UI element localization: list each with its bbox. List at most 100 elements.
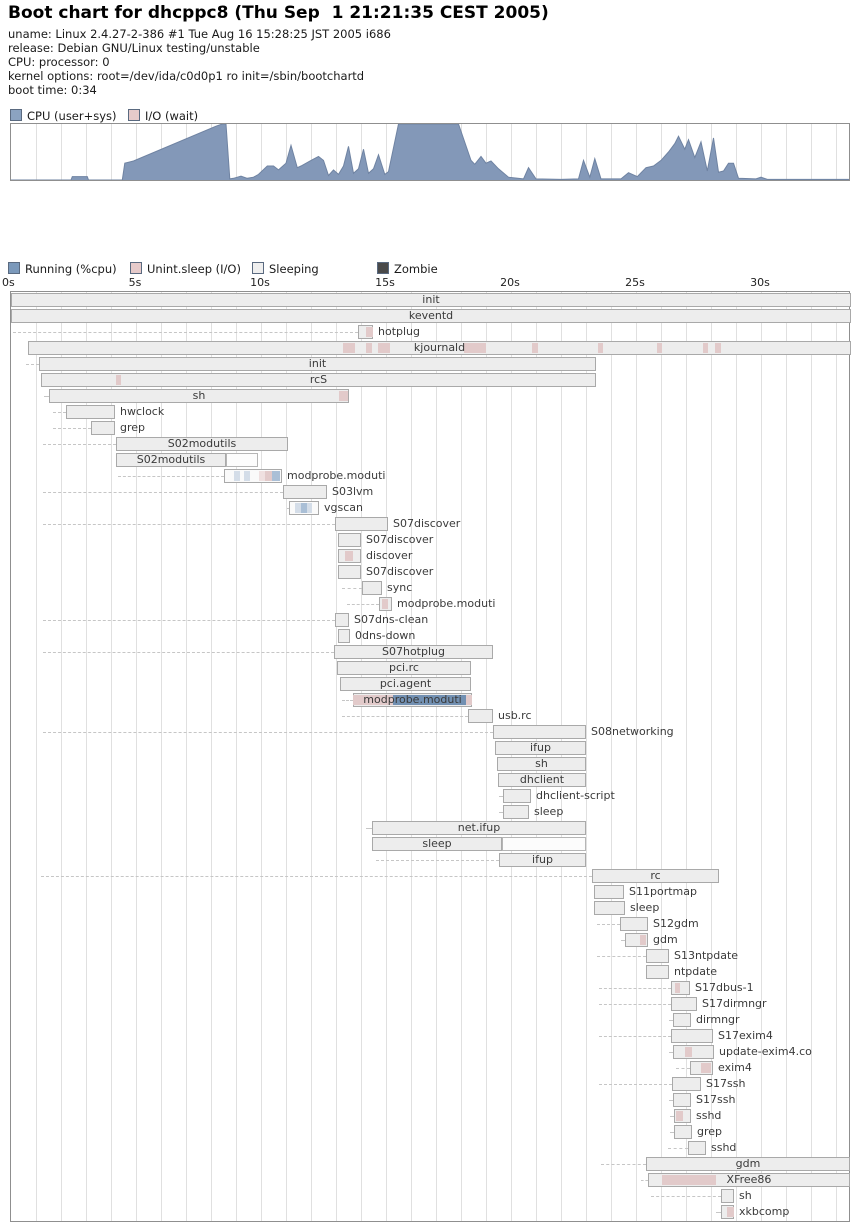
process-bar	[224, 469, 282, 483]
process-row: XFree86	[11, 1173, 849, 1187]
process-row: usb.rc	[11, 709, 849, 723]
process-row: S08networking	[11, 725, 849, 739]
process-row: modprobe.moduti	[11, 469, 849, 483]
legend-label: Running (%cpu)	[25, 262, 117, 276]
process-label: S07dns-clean	[354, 613, 428, 627]
process-bar	[289, 501, 319, 515]
state-legend-swatch	[8, 262, 20, 274]
process-label: pci.agent	[340, 677, 471, 691]
bar-segment-io	[727, 1207, 734, 1217]
legend-item: Sleeping	[252, 262, 319, 274]
bar-segment-io	[366, 327, 373, 337]
state-legend-swatch	[377, 262, 389, 274]
process-row: 0dns-down	[11, 629, 849, 643]
process-row: hwclock	[11, 405, 849, 419]
process-bar	[674, 1109, 691, 1123]
process-label: sync	[387, 581, 412, 595]
process-row: gdm	[11, 933, 849, 947]
meta-uname: uname: Linux 2.4.27-2-386 #1 Tue Aug 16 …	[8, 27, 391, 41]
process-row: sh	[11, 389, 849, 403]
process-label: sshd	[711, 1141, 736, 1155]
process-row: rcS	[11, 373, 849, 387]
process-label: ifup	[499, 853, 586, 867]
process-row: keventd	[11, 309, 849, 323]
process-row: S07hotplug	[11, 645, 849, 659]
process-label: S03lvm	[332, 485, 373, 499]
process-row: ifup	[11, 853, 849, 867]
process-label: S17ssh	[696, 1093, 735, 1107]
process-bar	[620, 917, 648, 931]
process-bar	[671, 981, 690, 995]
process-row: pci.agent	[11, 677, 849, 691]
process-label: gdm	[653, 933, 678, 947]
process-bar	[335, 613, 349, 627]
process-label: net.ifup	[372, 821, 586, 835]
cpu-legend-swatch	[128, 109, 140, 121]
process-label: sleep	[630, 901, 659, 915]
cpu-area-series	[11, 124, 849, 180]
process-row: pci.rc	[11, 661, 849, 675]
process-row: discover	[11, 549, 849, 563]
tree-connector	[597, 924, 620, 925]
tree-connector	[651, 1196, 721, 1197]
process-label: hotplug	[378, 325, 420, 339]
process-label: rc	[592, 869, 719, 883]
process-label: sh	[497, 757, 586, 771]
tree-connector	[41, 876, 592, 877]
legend-label: Sleeping	[269, 262, 319, 276]
process-label: sh	[49, 389, 349, 403]
process-label: keventd	[11, 309, 851, 323]
tree-connector	[13, 332, 358, 333]
process-row: S17ssh	[11, 1077, 849, 1091]
process-row: S02modutils	[11, 453, 849, 467]
process-row: init	[11, 293, 849, 307]
tree-connector	[599, 1036, 671, 1037]
process-bar	[674, 1125, 692, 1139]
process-row: sh	[11, 1189, 849, 1203]
process-bar	[673, 1013, 691, 1027]
process-label: sleep	[534, 805, 563, 819]
process-bar	[379, 597, 392, 611]
process-bar	[673, 1093, 691, 1107]
process-label: S12gdm	[653, 917, 699, 931]
bar-segment-lb	[234, 471, 240, 481]
process-bar	[721, 1189, 734, 1203]
process-row: dhclient	[11, 773, 849, 787]
process-label: grep	[120, 421, 145, 435]
process-label: kjournald	[28, 341, 851, 355]
tree-connector	[43, 652, 334, 653]
bar-segment-mb	[272, 471, 280, 481]
process-bar	[338, 533, 361, 547]
process-label: S17dbus-1	[695, 981, 754, 995]
legend-item: CPU (user+sys)	[10, 109, 117, 121]
process-label: usb.rc	[498, 709, 532, 723]
process-bar	[671, 1029, 713, 1043]
tree-connector	[599, 1004, 671, 1005]
process-bar	[672, 1077, 701, 1091]
process-row: grep	[11, 421, 849, 435]
process-label: S08networking	[591, 725, 674, 739]
process-row: net.ifup	[11, 821, 849, 835]
process-label: dirmngr	[696, 1013, 740, 1027]
process-bar	[468, 709, 493, 723]
tree-connector	[601, 1164, 646, 1165]
tree-connector	[641, 1180, 648, 1181]
bar-segment-io	[345, 551, 353, 561]
process-row: ifup	[11, 741, 849, 755]
legend-item: Running (%cpu)	[8, 262, 117, 274]
process-row: S11portmap	[11, 885, 849, 899]
bar-extension	[502, 837, 586, 851]
process-bar	[646, 949, 669, 963]
time-axis: 0s5s10s15s20s25s30s	[10, 276, 850, 290]
process-label: dhclient	[498, 773, 586, 787]
process-label: update-exim4.co	[719, 1045, 812, 1059]
process-row: S17dirmngr	[11, 997, 849, 1011]
bootchart-page: Boot chart for dhcppc8 (Thu Sep 1 21:21:…	[0, 0, 860, 1228]
process-row: grep	[11, 1125, 849, 1139]
legend-label: Unint.sleep (I/O)	[147, 262, 241, 276]
process-label: XFree86	[648, 1173, 850, 1187]
bar-extension	[226, 453, 258, 467]
process-row: xkbcomp	[11, 1205, 849, 1219]
process-row: init	[11, 357, 849, 371]
tree-connector	[118, 476, 224, 477]
